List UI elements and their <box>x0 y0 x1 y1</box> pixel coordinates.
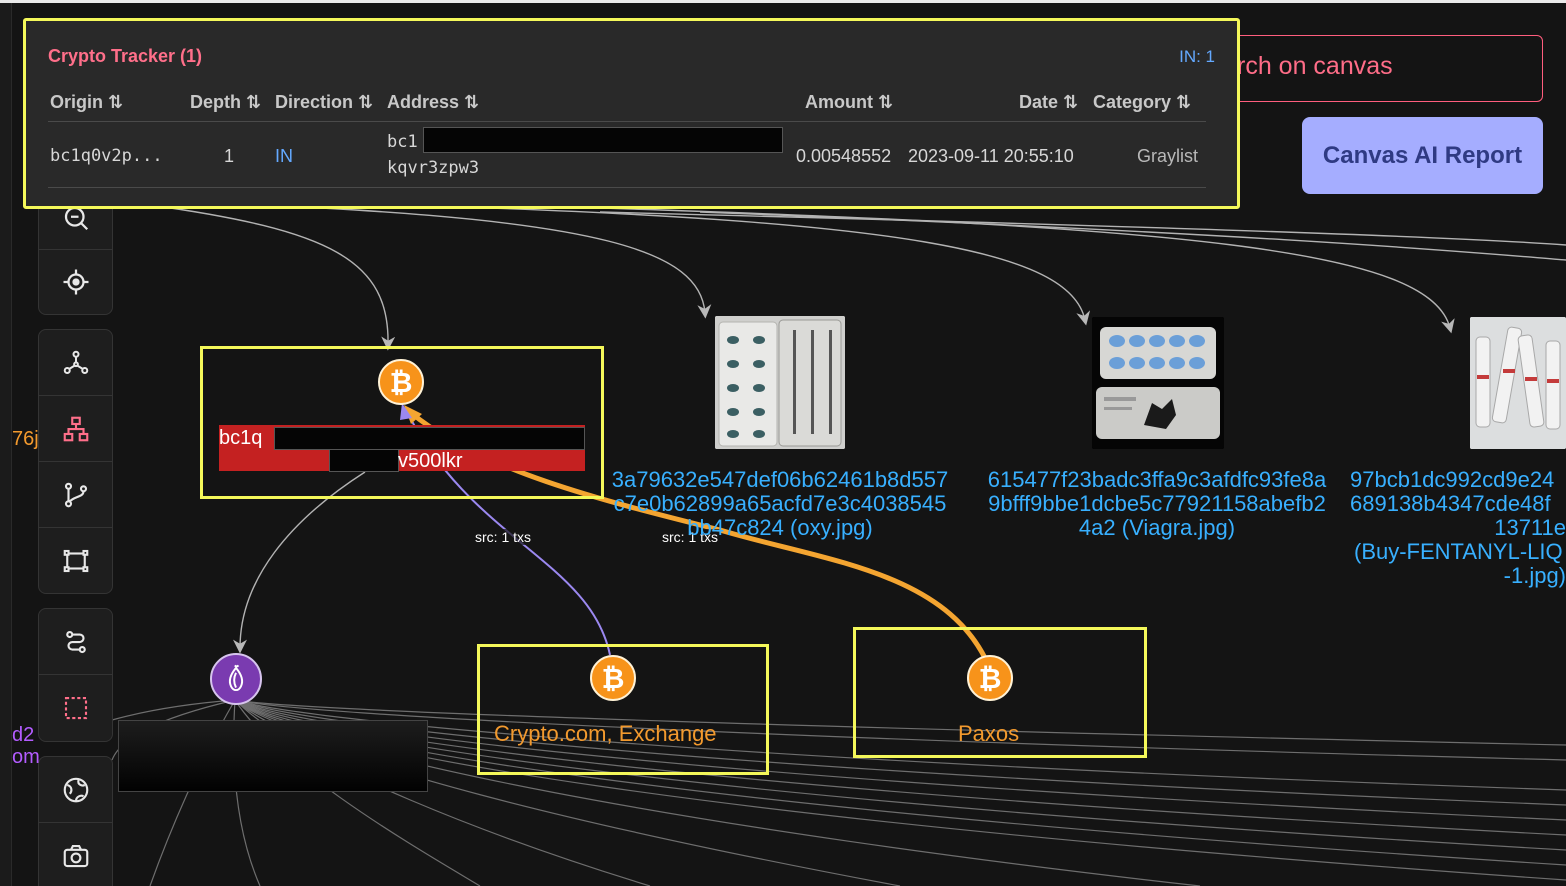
network-icon <box>63 350 88 374</box>
exchange-node-label[interactable]: Crypto.com, Exchange <box>494 721 717 747</box>
pill-blister-image <box>715 316 845 449</box>
left-fragment-label: d2 <box>12 724 35 746</box>
branch-icon <box>64 482 87 507</box>
cell-address-line2[interactable]: kqvr3zpw3 <box>387 158 479 178</box>
column-header-category[interactable]: Category ⇅ <box>1093 92 1191 113</box>
toolbar-path-group <box>38 608 113 742</box>
toolbar-layout-group <box>38 329 113 594</box>
redacted-node-address <box>274 427 585 450</box>
column-header-address[interactable]: Address ⇅ <box>387 92 479 113</box>
caption-line: 97bcb1dc992cd9e24 <box>1350 468 1555 492</box>
caption-line: 615477f23badc3ffa9c3afdfc93fe8a <box>987 467 1327 492</box>
column-header-amount[interactable]: Amount ⇅ <box>805 92 893 113</box>
vials-image <box>1470 317 1566 449</box>
selection-icon <box>64 696 87 720</box>
column-header-date[interactable]: Date ⇅ <box>1019 92 1078 113</box>
caption-line: 13711e <box>1494 515 1566 540</box>
caption-line: -1.jpg) <box>1503 563 1566 588</box>
hierarchy-icon <box>63 416 88 441</box>
hierarchy-layout-button[interactable] <box>39 396 112 462</box>
redacted-tor-label <box>118 720 428 792</box>
fentanyl-image-node[interactable] <box>1470 317 1566 449</box>
cell-date: 2023-09-11 20:55:10 <box>908 146 1074 166</box>
tracker-title: Crypto Tracker (1) <box>48 46 203 66</box>
canvas-ai-report-button[interactable]: Canvas AI Report <box>1302 117 1543 194</box>
caption-line: (Buy-FENTANYL-LIQ <box>1354 539 1563 564</box>
bitcoin-icon[interactable]: ₿ <box>967 655 1013 701</box>
bitcoin-icon[interactable]: ₿ <box>590 655 636 701</box>
cell-depth: 1 <box>224 146 235 166</box>
redacted-address <box>423 127 783 153</box>
paxos-node-label[interactable]: Paxos <box>958 721 1019 747</box>
caption-line: c7e0b62899a65acfd7e3c4038545 <box>613 491 947 516</box>
caption-line: 3a79632e547def06b62461b8d557 <box>611 467 949 492</box>
cell-amount: 0.00548552 <box>796 146 892 166</box>
path-button[interactable] <box>39 609 112 675</box>
cell-address-line1[interactable]: bc1 <box>387 132 418 152</box>
left-fragment-label: om <box>12 746 40 768</box>
viagra-image-node[interactable] <box>1092 317 1224 449</box>
tor-node[interactable] <box>210 653 262 705</box>
main-node-label-start[interactable]: bc1q <box>219 427 262 450</box>
row-divider <box>48 187 1206 188</box>
crypto-tracker-panel: Crypto Tracker (1) IN: 1 Origin ⇅ Depth … <box>23 18 1240 209</box>
column-header-direction[interactable]: Direction ⇅ <box>275 92 373 113</box>
oxy-image-node[interactable] <box>715 316 845 449</box>
branch-layout-button[interactable] <box>39 462 112 528</box>
toolbar-tools-group <box>38 756 113 886</box>
frame-layout-button[interactable] <box>39 528 112 594</box>
onion-icon <box>228 664 244 692</box>
camera-icon <box>63 844 88 868</box>
image-caption-viagra[interactable]: 615477f23badc3ffa9c3afdfc93fe8a 9bfff9bb… <box>972 468 1342 540</box>
selection-button[interactable] <box>39 675 112 741</box>
header-divider <box>48 121 1206 122</box>
edge-label: src: 1 txs <box>472 529 535 545</box>
image-caption-oxy[interactable]: 3a79632e547def06b62461b8d557 c7e0b62899a… <box>598 468 962 540</box>
left-fragment-label: 76j <box>12 428 39 450</box>
tracker-in-count: IN: 1 <box>1179 47 1215 66</box>
caption-line: bb47c824 (oxy.jpg) <box>687 515 873 540</box>
column-header-depth[interactable]: Depth ⇅ <box>190 92 261 113</box>
cell-direction: IN <box>275 146 293 166</box>
target-icon <box>63 269 88 295</box>
caption-line: 9bfff9bbe1dcbe5c77921158abefb2 <box>988 491 1326 516</box>
frame-icon <box>63 549 88 573</box>
cell-origin[interactable]: bc1q0v2p... <box>50 146 163 166</box>
globe-button[interactable] <box>39 757 112 823</box>
network-layout-button[interactable] <box>39 330 112 396</box>
column-header-origin[interactable]: Origin ⇅ <box>50 92 123 113</box>
redacted-node-address <box>329 449 399 472</box>
viagra-pack-image <box>1092 317 1224 449</box>
screenshot-button[interactable] <box>39 823 112 886</box>
image-caption-fentanyl[interactable]: 97bcb1dc992cd9e24 689138b4347cde48f 1371… <box>1350 468 1566 588</box>
caption-line: 4a2 (Viagra.jpg) <box>1078 515 1236 540</box>
globe-icon <box>63 777 88 802</box>
main-node-label-end[interactable]: v500lkr <box>398 450 462 473</box>
canvas-search-label[interactable]: rch on canvas <box>1237 52 1393 81</box>
path-icon <box>65 630 86 653</box>
caption-line: 689138b4347cde48f <box>1350 491 1551 516</box>
cell-category: Graylist <box>1137 146 1199 166</box>
center-button[interactable] <box>39 250 112 314</box>
bitcoin-icon[interactable]: ₿ <box>378 359 424 405</box>
